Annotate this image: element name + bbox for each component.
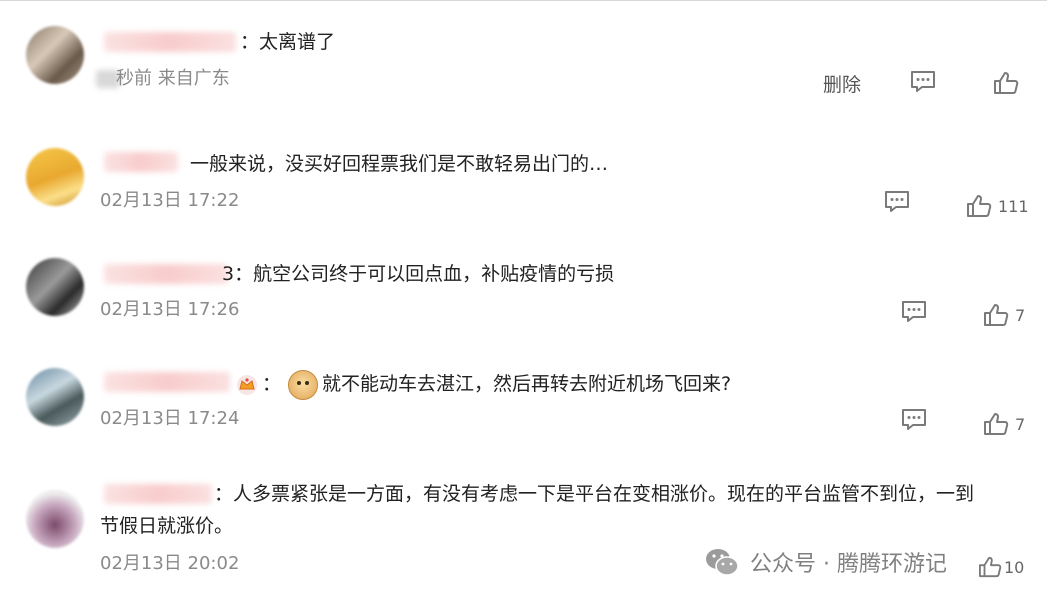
like-count: 7 bbox=[1015, 305, 1026, 325]
thumbs-up-icon bbox=[984, 413, 1009, 435]
thumbs-up-icon bbox=[979, 556, 1002, 578]
avatar[interactable] bbox=[26, 258, 84, 316]
comment-item-1: ：太离谱了 秒前 来自广东 删除 bbox=[0, 0, 1047, 120]
reply-button[interactable] bbox=[901, 408, 927, 432]
avatar[interactable] bbox=[26, 26, 84, 84]
thumbs-up-icon bbox=[967, 195, 992, 217]
comment-bubble-icon bbox=[885, 191, 909, 212]
reply-button[interactable] bbox=[910, 70, 936, 94]
crown-badge-icon bbox=[237, 375, 257, 395]
comment-text: 3：航空公司终于可以回点血，补贴疫情的亏损 bbox=[222, 263, 615, 285]
comment-bubble-icon bbox=[911, 71, 935, 92]
thumbs-up-icon bbox=[994, 72, 1019, 94]
like-count: 10 bbox=[1004, 557, 1025, 577]
wechat-icon bbox=[706, 549, 739, 576]
like-count: 7 bbox=[1015, 414, 1026, 434]
delete-button[interactable]: 删除 bbox=[823, 70, 861, 97]
comment-time: 秒前 来自广东 bbox=[116, 67, 230, 91]
comment-time: 02月13日 17:26 bbox=[100, 299, 240, 320]
comment-text: 一般来说，没买好回程票我们是不敢轻易出门的… bbox=[190, 153, 609, 175]
username-blurred[interactable] bbox=[104, 372, 230, 392]
like-button[interactable]: 10 bbox=[978, 556, 1024, 578]
comment-text-line-1: ：人多票紧张是一方面，有没有考虑一下是平台在变相涨价。现在的平台监管不到位，一到 bbox=[214, 483, 975, 505]
username-blurred[interactable] bbox=[104, 264, 228, 284]
avatar[interactable] bbox=[26, 148, 84, 206]
comment-time: 02月13日 20:02 bbox=[100, 553, 240, 574]
comment-text: ：太离谱了 bbox=[240, 31, 336, 53]
comment-text: 就不能动车去湛江，然后再转去附近机场飞回来? bbox=[322, 373, 732, 395]
comment-item-4: ： 就不能动车去湛江，然后再转去附近机场飞回来? 02月13日 17:24 7 bbox=[0, 350, 1047, 460]
like-button[interactable]: 7 bbox=[983, 303, 1025, 327]
watermark-text: 公众号 · 腾腾环游记 bbox=[750, 552, 947, 577]
username-blurred[interactable] bbox=[104, 32, 236, 52]
comment-item-2: 一般来说，没买好回程票我们是不敢轻易出门的… 02月13日 17:22 111 bbox=[0, 120, 1047, 240]
comment-time: 02月13日 17:24 bbox=[100, 408, 240, 429]
doge-emoji-icon bbox=[288, 370, 318, 400]
comment-colon: ： bbox=[262, 373, 282, 395]
avatar[interactable] bbox=[26, 490, 84, 548]
reply-button[interactable] bbox=[901, 300, 927, 324]
comment-time: 02月13日 17:22 bbox=[100, 190, 240, 211]
watermark: 公众号 · 腾腾环游记 bbox=[704, 546, 947, 578]
thumbs-up-icon bbox=[984, 304, 1009, 326]
comment-item-5: ：人多票紧张是一方面，有没有考虑一下是平台在变相涨价。现在的平台监管不到位，一到… bbox=[0, 460, 1047, 605]
comment-text-line-2: 节假日就涨价。 bbox=[100, 515, 234, 537]
reply-button[interactable] bbox=[884, 190, 910, 214]
username-blurred[interactable] bbox=[104, 152, 178, 172]
username-blurred[interactable] bbox=[104, 484, 212, 504]
like-button[interactable]: 111 bbox=[966, 194, 1029, 218]
comment-item-3: 3：航空公司终于可以回点血，补贴疫情的亏损 02月13日 17:26 7 bbox=[0, 240, 1047, 350]
like-count: 111 bbox=[998, 196, 1029, 216]
like-button[interactable]: 7 bbox=[983, 412, 1025, 436]
time-prefix: 秒前 bbox=[116, 68, 152, 89]
comment-bubble-icon bbox=[902, 409, 926, 430]
like-button[interactable] bbox=[993, 71, 1019, 95]
location-text: 来自广东 bbox=[157, 68, 230, 89]
avatar[interactable] bbox=[26, 368, 84, 426]
comment-bubble-icon bbox=[902, 301, 926, 322]
